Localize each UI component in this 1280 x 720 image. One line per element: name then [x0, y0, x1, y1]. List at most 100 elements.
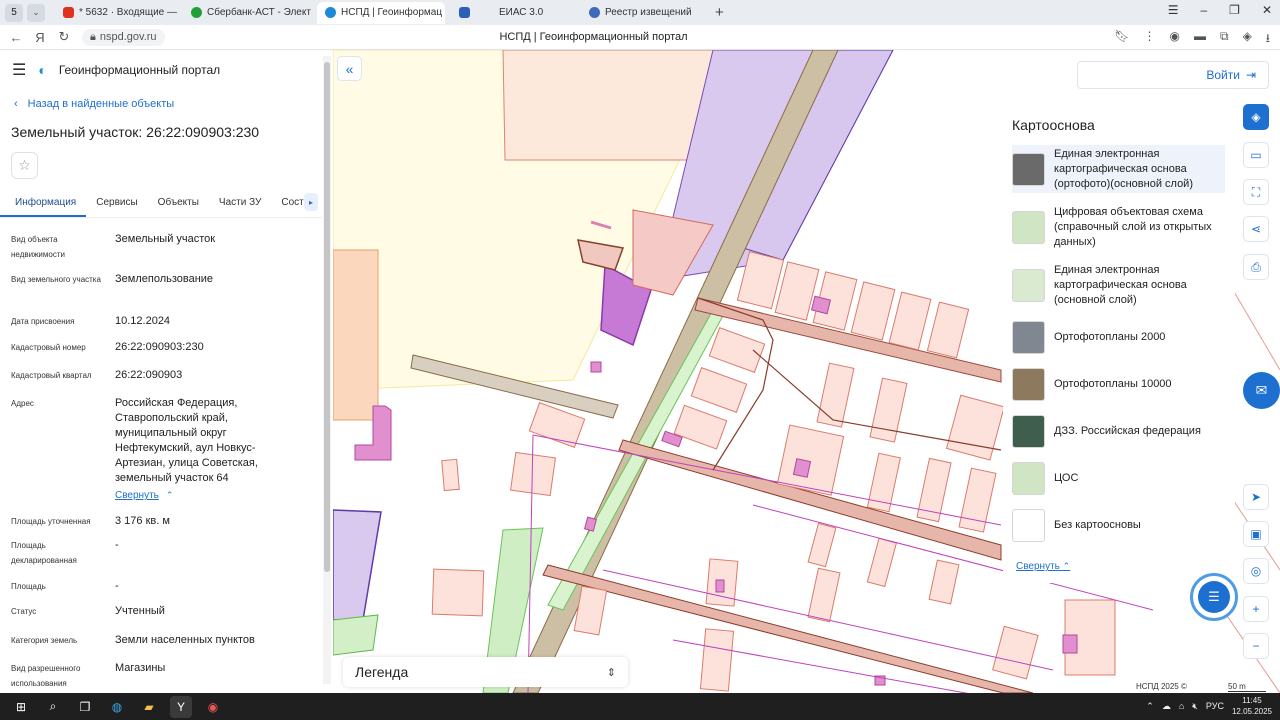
windows-taskbar: ⊞ ⌕ ❐ ◍ ▰ Y ◉ ⌃ ☁ ⌂ 🔇︎ РУС 11:45 12.05.2…: [0, 693, 1280, 720]
address-text: Российская Федерация, Ставропольский кра…: [115, 397, 258, 484]
task-view-icon[interactable]: ❐: [74, 696, 96, 718]
basemap-option[interactable]: Ортофотопланы 10000: [1012, 366, 1225, 402]
tab-information[interactable]: Информация: [0, 196, 87, 217]
extension-icon[interactable]: ◉: [1170, 29, 1180, 50]
basemap-thumbnail: [1012, 461, 1045, 495]
clock[interactable]: 11:45 12.05.2025: [1232, 695, 1272, 717]
legend-dropdown[interactable]: Легенда ⇕: [343, 657, 628, 687]
minimize-icon[interactable]: –: [1200, 3, 1207, 17]
restore-icon[interactable]: ❐: [1229, 3, 1240, 17]
property-value: Российская Федерация, Ставропольский кра…: [115, 396, 295, 503]
edge-browser-icon[interactable]: ◍: [106, 696, 128, 718]
tab-counter[interactable]: 5: [5, 3, 23, 22]
basemap-thumbnail: [1012, 414, 1045, 448]
search-icon[interactable]: ⌕: [42, 696, 64, 718]
tab-list-chevron-icon[interactable]: ⌄: [27, 3, 45, 22]
nspd-favicon-icon: [325, 7, 336, 18]
chrome-browser-icon[interactable]: ◉: [202, 696, 224, 718]
bookmark-icon[interactable]: 🔖︎: [1114, 29, 1129, 50]
browser-tab-registry[interactable]: Реестр извещений: [581, 2, 709, 24]
property-key: Площадь: [11, 582, 46, 591]
yandex-browser-icon[interactable]: Y: [170, 695, 192, 718]
tabs-scroll-right-icon[interactable]: ▸: [304, 193, 318, 211]
basemap-option[interactable]: Единая электронная картографическая осно…: [1012, 261, 1225, 309]
print-tool-button[interactable]: ⎙: [1243, 254, 1269, 280]
location-icon: ◎: [1250, 564, 1262, 578]
basemap-label: Единая электронная картографическая осно…: [1054, 147, 1193, 190]
login-label: Войти: [1206, 68, 1240, 82]
support-chat-button[interactable]: ☰: [1190, 573, 1238, 621]
back-to-results-link[interactable]: ‹ Назад в найденные объекты: [14, 98, 333, 110]
tab-title: Сбербанк-АСТ - Электро: [207, 7, 311, 18]
more-menu-icon[interactable]: ⋮: [1144, 29, 1156, 50]
system-tray: ⌃ ☁ ⌂ 🔇︎ РУС 11:45 12.05.2025: [1146, 695, 1272, 717]
feedback-widget-button[interactable]: ✉: [1243, 372, 1280, 409]
print-icon: ⎙: [1251, 259, 1261, 274]
hamburger-menu-icon[interactable]: ☰: [12, 60, 26, 80]
layers-tool-button[interactable]: ◈: [1243, 104, 1269, 130]
yandex-icon[interactable]: Я: [32, 30, 48, 45]
property-value: 10.12.2024: [115, 315, 171, 327]
basemap-collapse-link[interactable]: Свернуть ⌃: [1016, 561, 1070, 572]
registry-favicon-icon: [589, 7, 600, 18]
panel-scroll-thumb[interactable]: [324, 62, 330, 572]
browser-tab-eias[interactable]: ЕИАС 3.0: [451, 2, 575, 24]
select-area-tool-button[interactable]: ⛶: [1243, 179, 1269, 205]
info-tabs: Информация Сервисы Объекты Части ЗУ Сост…: [0, 193, 322, 218]
tab-title: * 5632 · Входящие — Янд: [79, 7, 177, 18]
browser-tab-mail[interactable]: * 5632 · Входящие — Янд: [55, 2, 177, 24]
lock-icon: 🔒︎: [90, 30, 96, 43]
tray-chevron-icon[interactable]: ⌃: [1146, 701, 1154, 712]
favorite-star-button[interactable]: ☆: [11, 152, 38, 179]
browser-tab-sberbank-ast[interactable]: Сбербанк-АСТ - Электро: [183, 2, 311, 24]
address-collapse-link[interactable]: Свернуть ⌃: [115, 488, 295, 503]
basemap-thumbnail: [1012, 152, 1045, 186]
basemap-thumbnail: [1012, 508, 1045, 542]
network-icon[interactable]: ⌂: [1179, 701, 1184, 711]
page-title: НСПД | Геоинформационный портал: [499, 31, 688, 43]
hat-extension-icon[interactable]: ▬: [1194, 29, 1206, 50]
property-key: Статус: [11, 607, 37, 616]
zoom-in-button[interactable]: +: [1243, 596, 1269, 622]
translate-icon[interactable]: ⧉: [1220, 29, 1229, 50]
keyboard-layout[interactable]: РУС: [1206, 701, 1224, 711]
basemap-option[interactable]: Единая электронная картографическая осно…: [1012, 145, 1225, 193]
share-tool-button[interactable]: ⋖: [1243, 216, 1269, 242]
login-button[interactable]: Войти ⇥: [1077, 61, 1269, 89]
tab-services[interactable]: Сервисы: [86, 196, 147, 217]
url-field[interactable]: 🔒︎ nspd.gov.ru: [82, 28, 165, 46]
browser-menu-icon[interactable]: ☰: [1168, 3, 1179, 17]
basemap-label: Без картоосновы: [1054, 518, 1141, 531]
volume-icon[interactable]: 🔇︎: [1192, 701, 1198, 712]
ruler-tool-button[interactable]: ▭: [1243, 142, 1269, 168]
property-key: Вид разрешенного использования: [11, 664, 81, 688]
property-key: Вид земельного участка: [11, 275, 101, 284]
minimap-tool-button[interactable]: ▣: [1243, 521, 1269, 547]
onedrive-icon[interactable]: ☁: [1162, 701, 1171, 712]
basemap-option[interactable]: Цифровая объектовая схема (справочный сл…: [1012, 203, 1225, 251]
login-arrow-icon: ⇥: [1245, 68, 1256, 82]
tab-parcel-parts[interactable]: Части ЗУ: [209, 196, 271, 217]
new-tab-plus-icon[interactable]: +: [715, 4, 724, 21]
locate-tool-button[interactable]: ◎: [1243, 558, 1269, 584]
reload-icon[interactable]: ↻: [56, 29, 72, 45]
tab-objects[interactable]: Объекты: [148, 196, 209, 217]
download-icon[interactable]: ⭳: [1266, 29, 1270, 50]
windows-start-icon[interactable]: ⊞: [10, 696, 32, 718]
basemap-option[interactable]: ЦОС: [1012, 460, 1225, 496]
basemap-option[interactable]: Без картоосновы: [1012, 507, 1225, 543]
file-explorer-icon[interactable]: ▰: [138, 696, 160, 718]
property-value: Землепользование: [115, 273, 214, 285]
collapse-label: Свернуть: [1016, 561, 1060, 572]
close-window-icon[interactable]: ✕: [1262, 3, 1272, 17]
basemap-option[interactable]: ДЗЗ. Российская федерация: [1012, 413, 1225, 449]
profile-icon[interactable]: ◈: [1243, 29, 1252, 50]
basemap-option[interactable]: Ортофотопланы 2000: [1012, 319, 1225, 355]
collapse-panel-button[interactable]: «: [337, 56, 362, 81]
navigate-tool-button[interactable]: ➤: [1243, 484, 1269, 510]
browser-tab-nspd[interactable]: НСПД | Геоинформац ✕: [317, 1, 445, 24]
expand-collapse-icon: ⇕: [606, 666, 616, 679]
zoom-out-button[interactable]: −: [1243, 633, 1269, 659]
back-arrow-icon[interactable]: ←: [8, 30, 24, 45]
map-scale-bar: 50 m: [1228, 682, 1266, 692]
